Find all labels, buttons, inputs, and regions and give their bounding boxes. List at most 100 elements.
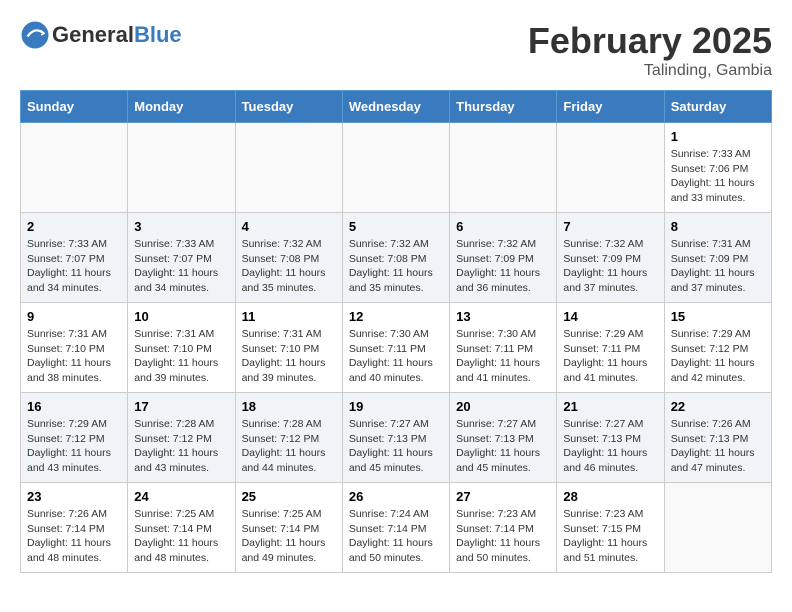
calendar-cell: 16 Sunrise: 7:29 AM Sunset: 7:12 PM Dayli… [21,393,128,483]
day-info: Sunrise: 7:26 AM Sunset: 7:14 PM Dayligh… [27,507,121,566]
day-info: Sunrise: 7:23 AM Sunset: 7:15 PM Dayligh… [563,507,657,566]
calendar-cell: 23 Sunrise: 7:26 AM Sunset: 7:14 PM Dayli… [21,483,128,573]
day-info: Sunrise: 7:23 AM Sunset: 7:14 PM Dayligh… [456,507,550,566]
day-number: 18 [242,399,336,414]
calendar-cell: 13 Sunrise: 7:30 AM Sunset: 7:11 PM Dayli… [450,303,557,393]
weekday-header-tuesday: Tuesday [235,91,342,123]
day-number: 27 [456,489,550,504]
calendar-cell: 4 Sunrise: 7:32 AM Sunset: 7:08 PM Daylig… [235,213,342,303]
day-info: Sunrise: 7:28 AM Sunset: 7:12 PM Dayligh… [134,417,228,476]
calendar-cell: 20 Sunrise: 7:27 AM Sunset: 7:13 PM Dayli… [450,393,557,483]
day-number: 22 [671,399,765,414]
day-info: Sunrise: 7:33 AM Sunset: 7:07 PM Dayligh… [134,237,228,296]
day-info: Sunrise: 7:29 AM Sunset: 7:11 PM Dayligh… [563,327,657,386]
calendar-cell: 10 Sunrise: 7:31 AM Sunset: 7:10 PM Dayli… [128,303,235,393]
calendar-cell: 1Sunrise: 7:33 AM Sunset: 7:06 PM Daylig… [664,123,771,213]
day-number: 17 [134,399,228,414]
day-number: 10 [134,309,228,324]
weekday-header-sunday: Sunday [21,91,128,123]
calendar-week-5: 23 Sunrise: 7:26 AM Sunset: 7:14 PM Dayli… [21,483,772,573]
day-number: 6 [456,219,550,234]
day-number: 20 [456,399,550,414]
day-number: 16 [27,399,121,414]
calendar-week-4: 16 Sunrise: 7:29 AM Sunset: 7:12 PM Dayli… [21,393,772,483]
day-info: Sunrise: 7:32 AM Sunset: 7:08 PM Dayligh… [349,237,443,296]
weekday-header-row: SundayMondayTuesdayWednesdayThursdayFrid… [21,91,772,123]
calendar-cell: 12 Sunrise: 7:30 AM Sunset: 7:11 PM Dayli… [342,303,449,393]
calendar-cell [21,123,128,213]
calendar-cell [450,123,557,213]
day-info: Sunrise: 7:29 AM Sunset: 7:12 PM Dayligh… [671,327,765,386]
day-info: Sunrise: 7:31 AM Sunset: 7:10 PM Dayligh… [134,327,228,386]
logo-general: General [52,22,134,47]
day-number: 24 [134,489,228,504]
location: Talinding, Gambia [528,62,772,80]
logo-icon [20,20,50,50]
calendar-cell: 19 Sunrise: 7:27 AM Sunset: 7:13 PM Dayli… [342,393,449,483]
calendar-cell: 14 Sunrise: 7:29 AM Sunset: 7:11 PM Dayli… [557,303,664,393]
logo-blue: Blue [134,22,182,47]
weekday-header-friday: Friday [557,91,664,123]
logo: GeneralBlue [20,20,182,50]
day-number: 25 [242,489,336,504]
day-number: 4 [242,219,336,234]
weekday-header-wednesday: Wednesday [342,91,449,123]
day-info: Sunrise: 7:27 AM Sunset: 7:13 PM Dayligh… [349,417,443,476]
day-info: Sunrise: 7:29 AM Sunset: 7:12 PM Dayligh… [27,417,121,476]
day-info: Sunrise: 7:31 AM Sunset: 7:09 PM Dayligh… [671,237,765,296]
day-number: 5 [349,219,443,234]
calendar-cell: 25 Sunrise: 7:25 AM Sunset: 7:14 PM Dayli… [235,483,342,573]
month-year: February 2025 [528,20,772,62]
calendar-cell: 2Sunrise: 7:33 AM Sunset: 7:07 PM Daylig… [21,213,128,303]
calendar-week-1: 1Sunrise: 7:33 AM Sunset: 7:06 PM Daylig… [21,123,772,213]
calendar-cell: 22 Sunrise: 7:26 AM Sunset: 7:13 PM Dayli… [664,393,771,483]
weekday-header-thursday: Thursday [450,91,557,123]
day-number: 28 [563,489,657,504]
day-info: Sunrise: 7:27 AM Sunset: 7:13 PM Dayligh… [456,417,550,476]
day-info: Sunrise: 7:25 AM Sunset: 7:14 PM Dayligh… [134,507,228,566]
day-info: Sunrise: 7:24 AM Sunset: 7:14 PM Dayligh… [349,507,443,566]
day-number: 12 [349,309,443,324]
calendar-table: SundayMondayTuesdayWednesdayThursdayFrid… [20,90,772,573]
calendar-cell: 15 Sunrise: 7:29 AM Sunset: 7:12 PM Dayli… [664,303,771,393]
calendar-cell: 24 Sunrise: 7:25 AM Sunset: 7:14 PM Dayli… [128,483,235,573]
calendar-cell [128,123,235,213]
calendar-cell: 27 Sunrise: 7:23 AM Sunset: 7:14 PM Dayli… [450,483,557,573]
day-info: Sunrise: 7:32 AM Sunset: 7:08 PM Dayligh… [242,237,336,296]
day-info: Sunrise: 7:27 AM Sunset: 7:13 PM Dayligh… [563,417,657,476]
day-number: 11 [242,309,336,324]
calendar-cell [342,123,449,213]
calendar-cell: 7Sunrise: 7:32 AM Sunset: 7:09 PM Daylig… [557,213,664,303]
day-info: Sunrise: 7:30 AM Sunset: 7:11 PM Dayligh… [349,327,443,386]
day-info: Sunrise: 7:32 AM Sunset: 7:09 PM Dayligh… [563,237,657,296]
calendar-cell [557,123,664,213]
calendar-cell: 3Sunrise: 7:33 AM Sunset: 7:07 PM Daylig… [128,213,235,303]
calendar-cell: 17 Sunrise: 7:28 AM Sunset: 7:12 PM Dayli… [128,393,235,483]
calendar-cell: 6 Sunrise: 7:32 AM Sunset: 7:09 PM Daylig… [450,213,557,303]
day-number: 13 [456,309,550,324]
day-info: Sunrise: 7:33 AM Sunset: 7:06 PM Dayligh… [671,147,765,206]
day-info: Sunrise: 7:26 AM Sunset: 7:13 PM Dayligh… [671,417,765,476]
day-number: 23 [27,489,121,504]
day-number: 19 [349,399,443,414]
day-info: Sunrise: 7:31 AM Sunset: 7:10 PM Dayligh… [242,327,336,386]
day-info: Sunrise: 7:30 AM Sunset: 7:11 PM Dayligh… [456,327,550,386]
day-info: Sunrise: 7:31 AM Sunset: 7:10 PM Dayligh… [27,327,121,386]
calendar-cell: 26 Sunrise: 7:24 AM Sunset: 7:14 PM Dayli… [342,483,449,573]
calendar-cell: 5 Sunrise: 7:32 AM Sunset: 7:08 PM Daylig… [342,213,449,303]
day-info: Sunrise: 7:32 AM Sunset: 7:09 PM Dayligh… [456,237,550,296]
day-number: 14 [563,309,657,324]
day-number: 26 [349,489,443,504]
day-info: Sunrise: 7:33 AM Sunset: 7:07 PM Dayligh… [27,237,121,296]
calendar-cell: 11 Sunrise: 7:31 AM Sunset: 7:10 PM Dayli… [235,303,342,393]
calendar-cell [664,483,771,573]
page-header: GeneralBlue February 2025 Talinding, Gam… [20,20,772,80]
calendar-cell: 8 Sunrise: 7:31 AM Sunset: 7:09 PM Daylig… [664,213,771,303]
day-info: Sunrise: 7:28 AM Sunset: 7:12 PM Dayligh… [242,417,336,476]
day-info: Sunrise: 7:25 AM Sunset: 7:14 PM Dayligh… [242,507,336,566]
day-number: 15 [671,309,765,324]
calendar-week-3: 9Sunrise: 7:31 AM Sunset: 7:10 PM Daylig… [21,303,772,393]
calendar-cell [235,123,342,213]
calendar-cell: 28 Sunrise: 7:23 AM Sunset: 7:15 PM Dayli… [557,483,664,573]
day-number: 8 [671,219,765,234]
